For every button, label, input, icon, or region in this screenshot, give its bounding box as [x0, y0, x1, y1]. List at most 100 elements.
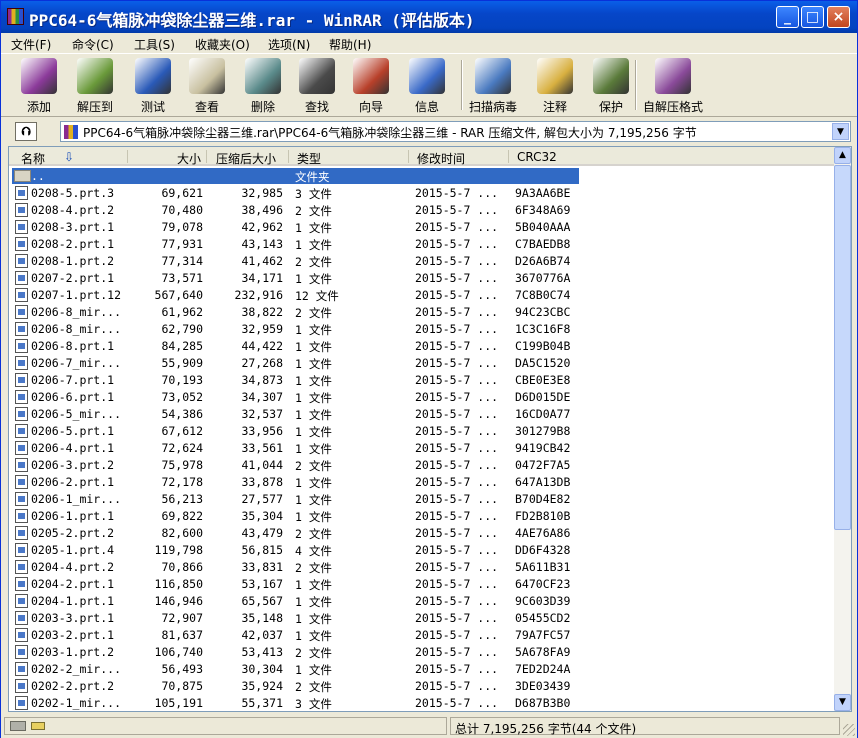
scroll-down-button[interactable]: ▼	[834, 694, 851, 711]
file-row[interactable]: 0206-8_mir... 61,962 38,822 2 文件 2015-5-7 ..…	[9, 303, 835, 320]
file-row[interactable]: 0206-7.prt.1 70,193 34,873 1 文件 2015-5-7 ...…	[9, 371, 835, 388]
menu-options[interactable]: 选项(N)	[268, 36, 310, 53]
resize-grip[interactable]	[843, 724, 855, 736]
file-row[interactable]: 0206-2.prt.1 72,178 33,878 1 文件 2015-5-7 ...…	[9, 473, 835, 490]
file-row[interactable]: 0202-2.prt.2 70,875 35,924 2 文件 2015-5-7 ...…	[9, 677, 835, 694]
file-row[interactable]: 0203-2.prt.1 81,637 42,037 1 文件 2015-5-7 ...…	[9, 626, 835, 643]
drive-icon[interactable]	[10, 721, 26, 731]
parent-folder-row[interactable]: .. 文件夹	[9, 167, 835, 184]
toolbar-button-scan-virus[interactable]: 扫描病毒	[469, 58, 517, 114]
column-divider[interactable]	[288, 150, 289, 163]
file-row[interactable]: 0203-3.prt.1 72,907 35,148 1 文件 2015-5-7 ...…	[9, 609, 835, 626]
row-crc32: FD2B810B	[515, 509, 571, 523]
file-row[interactable]: 0206-5_mir... 54,386 32,537 1 文件 2015-5-7 ..…	[9, 405, 835, 422]
row-type: 3 文件	[295, 187, 332, 201]
menu-commands[interactable]: 命令(C)	[72, 36, 114, 53]
row-modified: 2015-5-7 ...	[415, 475, 499, 489]
column-divider[interactable]	[508, 150, 509, 163]
file-row[interactable]: 0206-8.prt.1 84,285 44,422 1 文件 2015-5-7 ...…	[9, 337, 835, 354]
file-row[interactable]: 0207-2.prt.1 73,571 34,171 1 文件 2015-5-7 ...…	[9, 269, 835, 286]
col-modified[interactable]: 修改时间	[417, 150, 465, 167]
file-row[interactable]: 0206-6.prt.1 73,052 34,307 1 文件 2015-5-7 ...…	[9, 388, 835, 405]
toolbar-button-sfx[interactable]: 自解压格式	[643, 58, 703, 114]
file-row[interactable]: 0208-3.prt.1 79,078 42,962 1 文件 2015-5-7 ...…	[9, 218, 835, 235]
title-bar[interactable]: PPC64-6气箱脉冲袋除尘器三维.rar - WinRAR (评估版本) _ …	[1, 1, 857, 33]
row-name: 0202-1_mir...	[31, 696, 122, 710]
path-dropdown-button[interactable]: ▼	[832, 123, 849, 140]
menu-help[interactable]: 帮助(H)	[329, 36, 371, 53]
col-type[interactable]: 类型	[297, 150, 321, 167]
file-row[interactable]: 0204-2.prt.1 116,850 53,167 1 文件 2015-5-7 ..…	[9, 575, 835, 592]
close-button[interactable]: ×	[827, 6, 850, 28]
file-icon	[15, 339, 28, 353]
key-icon[interactable]	[31, 722, 45, 730]
column-divider[interactable]	[127, 150, 128, 163]
toolbar-button-extract-to[interactable]: 解压到	[77, 58, 113, 114]
file-row[interactable]: 0206-1_mir... 56,213 27,577 1 文件 2015-5-7 ..…	[9, 490, 835, 507]
toolbar-button-add[interactable]: 添加	[21, 58, 57, 114]
winrar-app-icon[interactable]	[7, 8, 24, 25]
up-folder-button[interactable]: ⮉	[15, 122, 37, 141]
row-modified: 2015-5-7 ...	[415, 696, 499, 710]
row-crc32: 7ED2D24A	[515, 662, 571, 676]
row-type: 1 文件	[295, 476, 332, 490]
col-crc32[interactable]: CRC32	[517, 150, 557, 164]
row-size: 567,640	[154, 288, 203, 302]
toolbar-button-view[interactable]: 查看	[189, 58, 225, 114]
row-crc32: 5B040AAA	[515, 220, 571, 234]
row-name: 0206-6.prt.1	[31, 390, 115, 404]
file-row[interactable]: 0206-3.prt.2 75,978 41,044 2 文件 2015-5-7 ...…	[9, 456, 835, 473]
file-row[interactable]: 0206-5.prt.1 67,612 33,956 1 文件 2015-5-7 ...…	[9, 422, 835, 439]
row-packed-size: 44,422	[241, 339, 283, 353]
file-row[interactable]: 0205-2.prt.2 82,600 43,479 2 文件 2015-5-7 ...…	[9, 524, 835, 541]
file-row[interactable]: 0203-1.prt.2 106,740 53,413 2 文件 2015-5-7 ..…	[9, 643, 835, 660]
minimize-button[interactable]: _	[776, 6, 799, 28]
menu-favorites[interactable]: 收藏夹(O)	[195, 36, 250, 53]
scroll-up-button[interactable]: ▲	[834, 147, 851, 164]
col-name[interactable]: 名称	[21, 150, 45, 167]
file-row[interactable]: 0207-1.prt.12 567,640 232,916 12 文件 2015-5-7…	[9, 286, 835, 303]
menu-tools[interactable]: 工具(S)	[134, 36, 175, 53]
scroll-thumb[interactable]	[834, 165, 851, 530]
file-row[interactable]: 0208-5.prt.3 69,621 32,985 3 文件 2015-5-7 ...…	[9, 184, 835, 201]
row-type: 1 文件	[295, 221, 332, 235]
col-size[interactable]: 大小	[177, 150, 201, 167]
toolbar-button-protect[interactable]: 保护	[593, 58, 629, 114]
file-row[interactable]: 0204-1.prt.1 146,946 65,567 1 文件 2015-5-7 ..…	[9, 592, 835, 609]
file-row[interactable]: 0206-1.prt.1 69,822 35,304 1 文件 2015-5-7 ...…	[9, 507, 835, 524]
column-divider[interactable]	[408, 150, 409, 163]
col-packed[interactable]: 压缩后大小	[216, 150, 276, 167]
toolbar-button-wizard[interactable]: 向导	[353, 58, 389, 114]
menu-file[interactable]: 文件(F)	[11, 36, 51, 53]
column-divider[interactable]	[206, 150, 207, 163]
column-header: 名称 ⇩ 大小 压缩后大小 类型 修改时间 CRC32	[9, 147, 835, 166]
file-list[interactable]: 名称 ⇩ 大小 压缩后大小 类型 修改时间 CRC32 .. 文件夹 0208-…	[8, 146, 852, 712]
row-modified: 2015-5-7 ...	[415, 662, 499, 676]
row-size: 69,621	[161, 186, 203, 200]
file-row[interactable]: 0202-2_mir... 56,493 30,304 1 文件 2015-5-7 ..…	[9, 660, 835, 677]
row-name: 0206-8_mir...	[31, 322, 122, 336]
row-modified: 2015-5-7 ...	[415, 679, 499, 693]
vertical-scrollbar[interactable]: ▲ ▼	[834, 147, 851, 711]
row-size: 69,822	[161, 509, 203, 523]
file-icon	[15, 322, 28, 336]
file-row[interactable]: 0202-1_mir... 105,191 55,371 3 文件 2015-5-7 .…	[9, 694, 835, 711]
file-row[interactable]: 0208-2.prt.1 77,931 43,143 1 文件 2015-5-7 ...…	[9, 235, 835, 252]
file-row[interactable]: 0206-7_mir... 55,909 27,268 1 文件 2015-5-7 ..…	[9, 354, 835, 371]
toolbar-button-test[interactable]: 测试	[135, 58, 171, 114]
row-packed-size: 34,171	[241, 271, 283, 285]
path-combobox[interactable]: PPC64-6气箱脉冲袋除尘器三维.rar\PPC64-6气箱脉冲袋除尘器三维 …	[60, 121, 851, 142]
file-row[interactable]: 0205-1.prt.4 119,798 56,815 4 文件 2015-5-7 ..…	[9, 541, 835, 558]
row-name: 0204-4.prt.2	[31, 560, 115, 574]
file-row[interactable]: 0208-4.prt.2 70,480 38,496 2 文件 2015-5-7 ...…	[9, 201, 835, 218]
toolbar-button-comment[interactable]: 注释	[537, 58, 573, 114]
file-row[interactable]: 0208-1.prt.2 77,314 41,462 2 文件 2015-5-7 ...…	[9, 252, 835, 269]
toolbar-button-find[interactable]: 查找	[299, 58, 335, 114]
toolbar-button-delete[interactable]: 删除	[245, 58, 281, 114]
file-row[interactable]: 0204-4.prt.2 70,866 33,831 2 文件 2015-5-7 ...…	[9, 558, 835, 575]
maximize-button[interactable]: □	[801, 6, 824, 28]
file-row[interactable]: 0206-4.prt.1 72,624 33,561 1 文件 2015-5-7 ...…	[9, 439, 835, 456]
file-row[interactable]: 0206-8_mir... 62,790 32,959 1 文件 2015-5-7 ..…	[9, 320, 835, 337]
toolbar-button-info[interactable]: 信息	[409, 58, 445, 114]
row-modified: 2015-5-7 ...	[415, 458, 499, 472]
